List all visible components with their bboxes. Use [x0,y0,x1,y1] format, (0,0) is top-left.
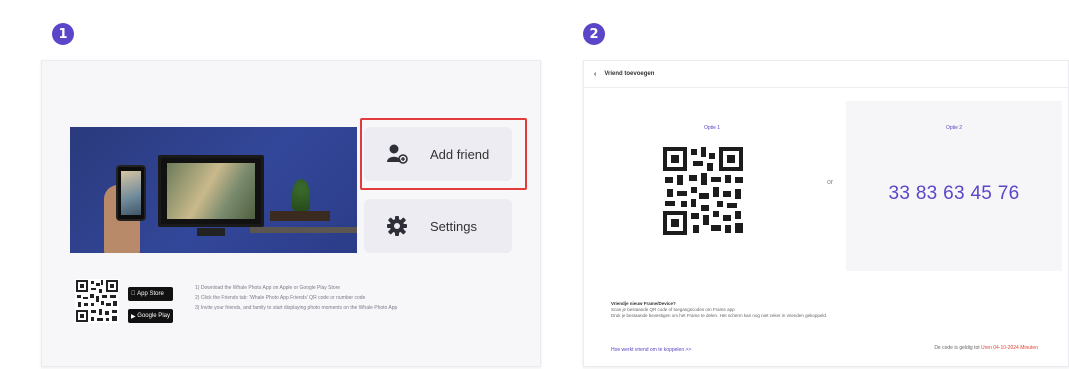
add-friend-screen: ‹ Vriend toevoegen Optie 1 or Optie 2 33… [583,60,1069,367]
how-to-link[interactable]: Hoe werkt vriend om te koppelen >> [611,347,691,353]
frame-home-screen: Add friend Settings App Store ▶ Google P… [41,60,541,367]
back-arrow-icon[interactable]: ‹ [594,71,596,78]
add-user-icon [384,141,410,167]
add-friend-label: Add friend [430,146,490,162]
app-store-badge[interactable]:  App Store [128,287,173,301]
google-play-label: Google Play [137,313,170,319]
validity-prefix: De code is geldig tot [934,345,980,351]
step-2-badge: 2 [583,23,605,45]
tv-frame-illustration [158,155,264,236]
screen-title: Vriend toevoegen [604,71,655,77]
option-number-code: Optie 2 33 83 63 45 76 [846,101,1062,271]
settings-label: Settings [430,218,477,234]
phone-illustration [116,165,146,221]
instruction-line: 2) Click the Friends tab: 'Whale Photo A… [195,295,366,301]
setup-instructions: 1) Download the Whale Photo App on Apple… [195,283,525,313]
option-qr-code: Optie 1 [604,101,820,271]
help-line: Druk je bestaande bevestigen om het Fram… [611,313,828,318]
apple-icon:  [131,291,136,297]
option-2-label: Optie 2 [945,125,963,131]
validity-time: Uren 04-10-2024 Minuten [981,345,1038,351]
instruction-line: 3) Invite your friends, and family to st… [195,305,398,311]
step-1-badge: 1 [52,23,74,45]
screen-header: ‹ Vriend toevoegen [584,61,1068,88]
code-validity-text: De code is geldig tot Uren 04-10-2024 Mi… [934,345,1038,351]
app-store-label: App Store [132,291,164,297]
plant-illustration [292,179,310,211]
app-download-qr-code [75,279,119,323]
friend-code: 33 83 63 45 76 [888,183,1020,204]
settings-button[interactable]: Settings [364,199,512,253]
gear-icon [384,213,410,239]
play-icon: ▶ [131,313,136,320]
help-text: Vriendje nieuw Frame/Device? Scan je bes… [611,301,1041,319]
friend-qr-code [661,145,745,237]
add-friend-button[interactable]: Add friend [364,127,512,181]
google-play-badge[interactable]: ▶ Google Play [128,309,173,323]
hero-image [70,127,357,253]
option-1-label: Optie 1 [703,125,721,131]
instruction-line: 1) Download the Whale Photo App on Apple… [195,285,341,291]
or-separator: or [827,179,834,186]
